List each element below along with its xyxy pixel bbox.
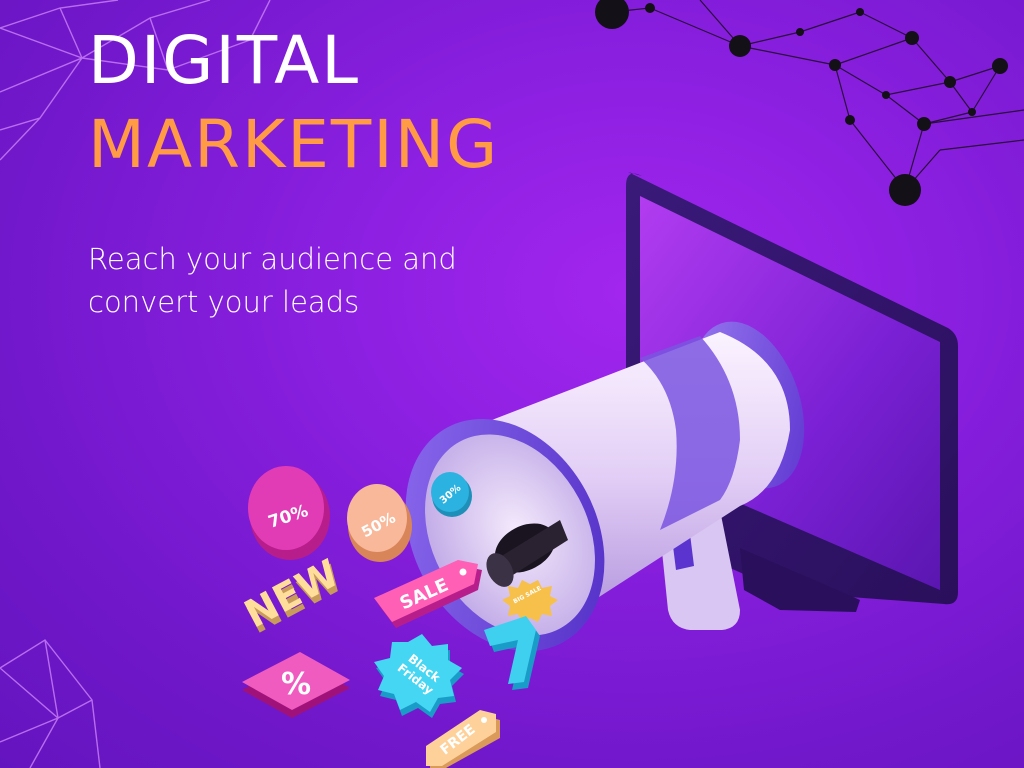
badge-50-percent: 50% [347,484,412,562]
megaphone-illustration: 70% 50% 30% NEW NEW SALE BIG SALE % Blac… [237,172,958,768]
badge-percent-tile: % [242,652,350,718]
marketing-banner: DIGITAL MARKETING Reach your audience an… [0,0,1024,768]
badge-new: NEW NEW [237,551,349,642]
badge-70-percent: 70% [248,466,330,560]
badge-black-friday: Black Friday [374,634,464,718]
badge-percent-label: % [281,667,311,702]
badge-free-tag: FREE [426,710,500,768]
